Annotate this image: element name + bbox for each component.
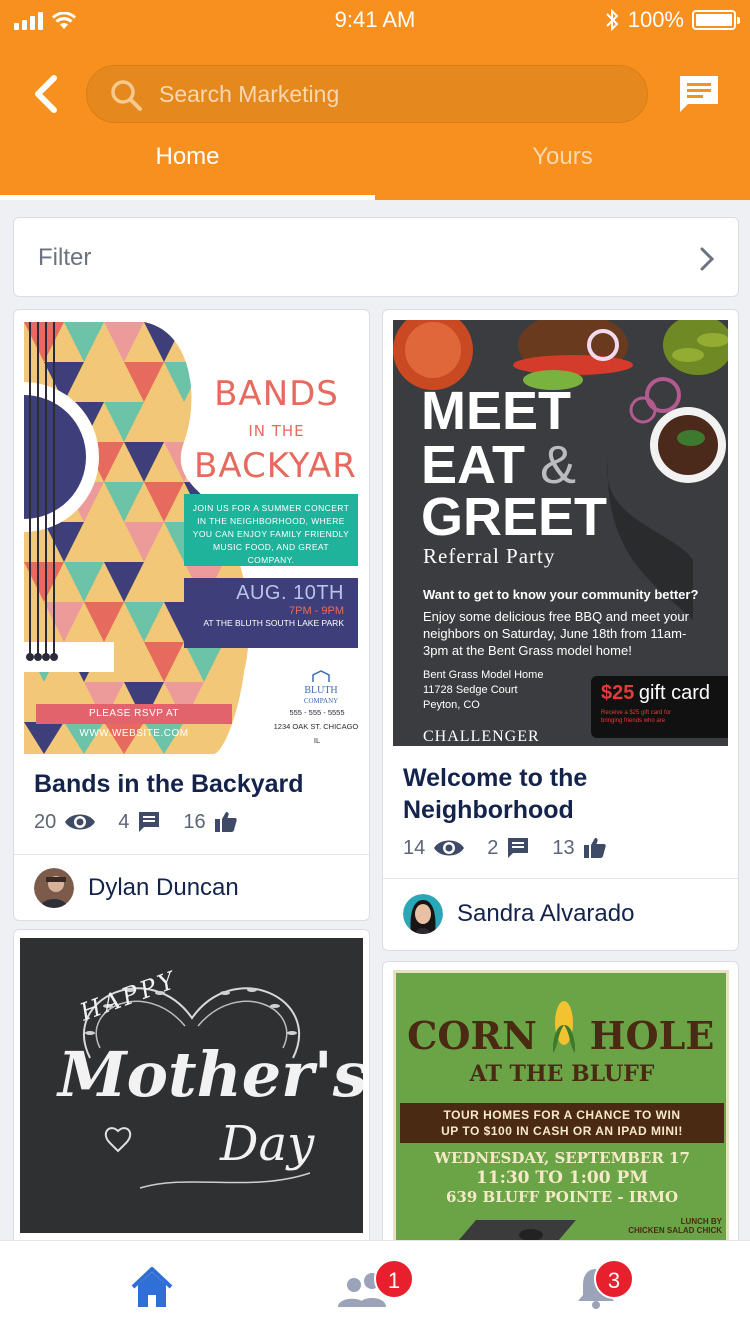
card-divider bbox=[14, 854, 369, 855]
chevron-right-icon bbox=[700, 247, 715, 271]
post-author[interactable]: Sandra Alvarado bbox=[403, 894, 634, 934]
poster-sponsor: LUNCH BY CHICKEN SALAD CHICK bbox=[628, 1217, 722, 1235]
comments-count: 2 bbox=[487, 836, 530, 860]
poster-address: Bent Grass Model Home 11728 Sedge Court … bbox=[423, 669, 544, 711]
views-count: 14 bbox=[403, 837, 465, 860]
post-image: BANDS IN THE BACKYARD JOIN US FOR A SUMM… bbox=[24, 322, 359, 754]
bluetooth-icon bbox=[606, 8, 619, 32]
poster-date: AUG. 10TH bbox=[236, 582, 344, 604]
poster-time: 7PM - 9PM bbox=[288, 605, 344, 617]
poster-headline-3: GREET bbox=[421, 487, 608, 547]
comment-icon bbox=[139, 812, 160, 832]
poster-question: Want to get to know your community bette… bbox=[423, 587, 699, 602]
post-image: MEET EAT & GREET Referral Party Want to … bbox=[393, 320, 728, 746]
post-author[interactable]: Dylan Duncan bbox=[34, 868, 239, 908]
notifications-badge: 3 bbox=[594, 1259, 634, 1299]
notifications-nav[interactable]: 3 bbox=[574, 1259, 634, 1313]
poster-band: TOUR HOMES FOR A CHANCE TO WIN UP TO $10… bbox=[400, 1103, 724, 1143]
bottom-nav: 1 3 bbox=[0, 1240, 750, 1334]
chat-icon[interactable] bbox=[676, 72, 722, 118]
post-card[interactable]: CORN HOLE AT THE BLUFF TOUR HOMES FOR A … bbox=[382, 961, 739, 1249]
poster-contact: 555 - 555 - 5555 1234 OAK ST. CHICAGO, I… bbox=[273, 708, 359, 745]
poster-title-line2: IN THE bbox=[248, 422, 305, 440]
post-image: CORN HOLE AT THE BLUFF TOUR HOMES FOR A … bbox=[393, 970, 729, 1248]
comments-count: 4 bbox=[118, 810, 161, 834]
search-bar[interactable] bbox=[86, 65, 648, 123]
poster-body: Enjoy some delicious free BBQ and meet y… bbox=[423, 609, 689, 658]
avatar bbox=[403, 894, 443, 934]
likes-count: 13 bbox=[552, 836, 606, 860]
poster-brand: CHALLENGER bbox=[423, 728, 540, 745]
filter-label: Filter bbox=[38, 244, 92, 271]
search-input[interactable] bbox=[159, 66, 629, 122]
poster-logo: BLUTH COMPANY bbox=[296, 670, 346, 707]
post-card[interactable]: HAPPY Mother's Day bbox=[13, 929, 370, 1249]
back-button[interactable] bbox=[28, 72, 64, 116]
comment-icon bbox=[508, 838, 529, 858]
thumbs-up-icon bbox=[583, 838, 606, 858]
thumbs-up-icon bbox=[214, 812, 237, 832]
post-card[interactable]: BANDS IN THE BACKYARD JOIN US FOR A SUMM… bbox=[13, 309, 370, 921]
poster-location: AT THE BLUTH SOUTH LAKE PARK bbox=[203, 618, 344, 628]
poster-subtitle: Referral Party bbox=[423, 544, 556, 568]
poster-date: WEDNESDAY, SEPTEMBER 17 bbox=[434, 1149, 690, 1167]
poster-blurb: JOIN US FOR A SUMMER CONCERT IN THE NEIG… bbox=[184, 494, 358, 566]
poster-place: 639 BLUFF POINTE - IRMO bbox=[445, 1188, 679, 1206]
people-badge: 1 bbox=[374, 1259, 414, 1299]
poster-gift-card: $25 gift card Receive a $25 gift card fo… bbox=[591, 676, 728, 738]
post-image: HAPPY Mother's Day bbox=[20, 938, 363, 1233]
views-count: 20 bbox=[34, 811, 96, 834]
poster-title-line1: BANDS bbox=[214, 374, 339, 414]
eye-icon bbox=[434, 840, 465, 856]
tab-bar: Home Yours bbox=[0, 132, 750, 200]
poster-headline-1: MEET bbox=[421, 381, 572, 441]
poster-time: 11:30 TO 1:00 PM bbox=[475, 1168, 649, 1188]
poster-date-block: AUG. 10TH 7PM - 9PM AT THE BLUTH SOUTH L… bbox=[184, 578, 358, 648]
post-stats: 20 4 16 bbox=[34, 810, 260, 834]
card-divider bbox=[383, 878, 738, 879]
search-icon bbox=[111, 80, 142, 111]
poster-day: Day bbox=[220, 1116, 315, 1172]
poster-rsvp: PLEASE RSVP AT WWW.WEBSITE.COM bbox=[36, 704, 232, 739]
poster-title-hole: HOLE bbox=[589, 1013, 715, 1058]
battery-percent: 100% bbox=[627, 7, 684, 32]
tab-home[interactable]: Home bbox=[0, 132, 375, 200]
poster-mothers: Mother's bbox=[58, 1038, 363, 1111]
tab-indicator bbox=[0, 195, 375, 200]
filter-bar[interactable]: Filter bbox=[13, 217, 739, 297]
post-title[interactable]: Bands in the Backyard bbox=[34, 768, 354, 800]
app-header: 9:41 AM 100% Home Yours bbox=[0, 0, 750, 200]
people-nav[interactable]: 1 bbox=[336, 1259, 414, 1313]
post-card[interactable]: MEET EAT & GREET Referral Party Want to … bbox=[382, 309, 739, 951]
author-name: Sandra Alvarado bbox=[457, 900, 635, 927]
post-stats: 14 2 13 bbox=[403, 836, 629, 860]
post-title[interactable]: Welcome to the Neighborhood bbox=[403, 762, 683, 826]
poster-subtitle: AT THE BLUFF bbox=[469, 1061, 655, 1087]
house-logo-icon bbox=[312, 670, 330, 682]
eye-icon bbox=[65, 814, 96, 830]
battery-icon bbox=[692, 10, 740, 30]
likes-count: 16 bbox=[183, 810, 237, 834]
avatar bbox=[34, 868, 74, 908]
poster-title-line3: BACKYARD bbox=[194, 446, 359, 486]
tab-yours[interactable]: Yours bbox=[375, 132, 750, 200]
home-icon[interactable] bbox=[127, 1263, 177, 1313]
author-name: Dylan Duncan bbox=[88, 874, 239, 901]
status-bar: 9:41 AM 100% bbox=[0, 0, 750, 40]
